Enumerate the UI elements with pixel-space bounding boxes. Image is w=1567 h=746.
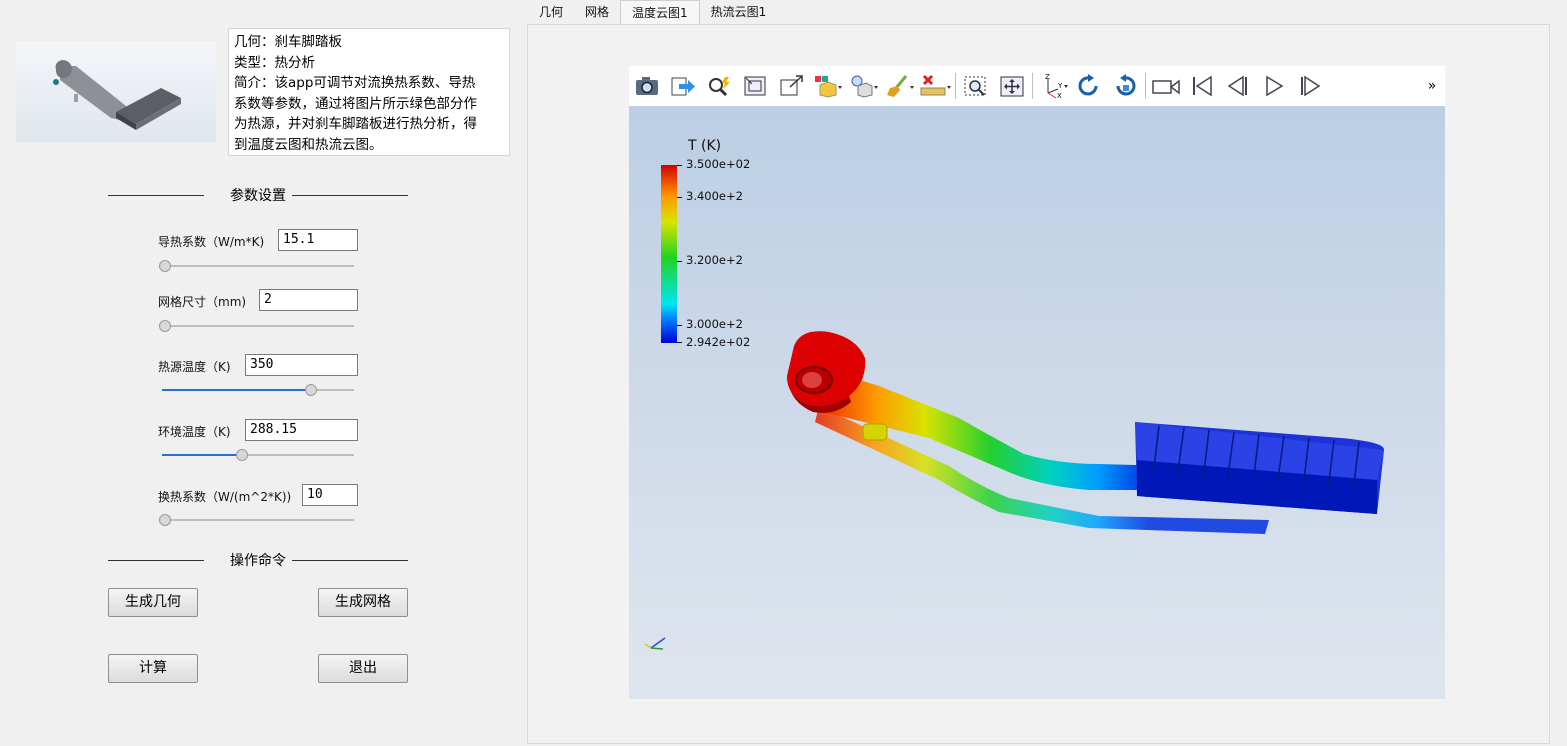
mesh-size-slider[interactable] (159, 320, 354, 332)
record-icon[interactable] (1148, 66, 1184, 106)
app-description: 几何：刹车脚踏板 类型：热分析 简介：该app可调节对流换热系数、导热 系数等参… (228, 28, 510, 156)
commands-section-title: 操作命令 (224, 553, 292, 569)
thermal-conductivity-input[interactable]: 15.1 (278, 229, 358, 251)
pedal-thumbnail (16, 42, 216, 142)
lighting-icon[interactable] (845, 66, 881, 106)
svg-text:X: X (1057, 92, 1062, 99)
params-section-title: 参数设置 (224, 188, 292, 204)
pedal-temperature-model (787, 331, 1385, 534)
svg-text:Y: Y (1057, 82, 1063, 90)
exit-button[interactable]: 退出 (318, 654, 408, 683)
axes-icon[interactable]: ZYX (1035, 66, 1071, 106)
thermal-conductivity-label: 导热系数（W/m*K) (158, 235, 265, 249)
desc-intro-2: 系数等参数，通过将图片所示绿色部分作 (234, 95, 477, 112)
pan-icon[interactable] (994, 66, 1030, 106)
commands-section-header: 操作命令 (108, 550, 408, 570)
tab-temperature-contour[interactable]: 温度云图1 (620, 0, 700, 24)
desc-intro-3: 为热源，并对刹车脚踏板进行热分析，得 (234, 116, 477, 132)
fit-view-icon[interactable] (737, 66, 773, 106)
desc-type: 类型：热分析 (234, 54, 315, 71)
heat-source-temp-slider[interactable] (162, 384, 354, 396)
maximize-icon[interactable] (773, 66, 809, 106)
thermal-conductivity-slider[interactable] (159, 260, 354, 272)
heat-transfer-coef-label: 换热系数（W/(m^2*K)) (158, 490, 292, 504)
first-frame-icon[interactable] (1184, 66, 1220, 106)
3d-viewer[interactable]: ZYX » T (K) 3.500e+02 3.400e+2 3.200e+2 … (629, 66, 1445, 699)
rotate-cw-icon[interactable] (1071, 66, 1107, 106)
view-tabs: 几何 网格 温度云图1 热流云图1 (528, 0, 777, 24)
more-tools-button[interactable]: » (1421, 66, 1443, 106)
tab-heat-flux-contour[interactable]: 热流云图1 (700, 0, 778, 23)
display-mode-icon[interactable] (809, 66, 845, 106)
heat-source-temp-label: 热源温度（K) (158, 360, 231, 374)
tab-mesh[interactable]: 网格 (574, 0, 620, 23)
play-icon[interactable] (1256, 66, 1292, 106)
zoom-box-icon[interactable] (958, 66, 994, 106)
camera-icon[interactable] (629, 66, 665, 106)
heat-source-temp-input[interactable]: 350 (245, 354, 358, 376)
ruler-icon[interactable] (917, 66, 953, 106)
desc-intro-4: 到温度云图和热流云图。 (234, 136, 383, 153)
ambient-temp-input[interactable]: 288.15 (245, 419, 358, 441)
heat-transfer-coef-input[interactable]: 10 (302, 484, 358, 506)
ambient-temp-label: 环境温度（K) (158, 425, 231, 439)
clear-icon[interactable] (881, 66, 917, 106)
viewer-toolbar: ZYX » (629, 66, 1445, 106)
prev-frame-icon[interactable] (1220, 66, 1256, 106)
generate-mesh-button[interactable]: 生成网格 (318, 588, 408, 617)
desc-intro-1: 简介：该app可调节对流换热系数、导热 (234, 75, 476, 91)
compute-button[interactable]: 计算 (108, 654, 198, 683)
tab-geometry[interactable]: 几何 (528, 0, 574, 23)
last-frame-icon[interactable] (1292, 66, 1328, 106)
heat-transfer-coef-slider[interactable] (159, 514, 354, 526)
mesh-size-label: 网格尺寸（mm) (158, 295, 247, 309)
export-icon[interactable] (665, 66, 701, 106)
rotate-ccw-icon[interactable] (1107, 66, 1143, 106)
zoom-pick-icon[interactable] (701, 66, 737, 106)
mesh-size-input[interactable]: 2 (259, 289, 358, 311)
ambient-temp-slider[interactable] (162, 449, 354, 461)
orientation-axes-icon (644, 637, 666, 650)
generate-geometry-button[interactable]: 生成几何 (108, 588, 198, 617)
svg-text:Z: Z (1045, 73, 1050, 81)
desc-geometry: 几何：刹车脚踏板 (234, 34, 342, 50)
params-section-header: 参数设置 (108, 185, 408, 205)
